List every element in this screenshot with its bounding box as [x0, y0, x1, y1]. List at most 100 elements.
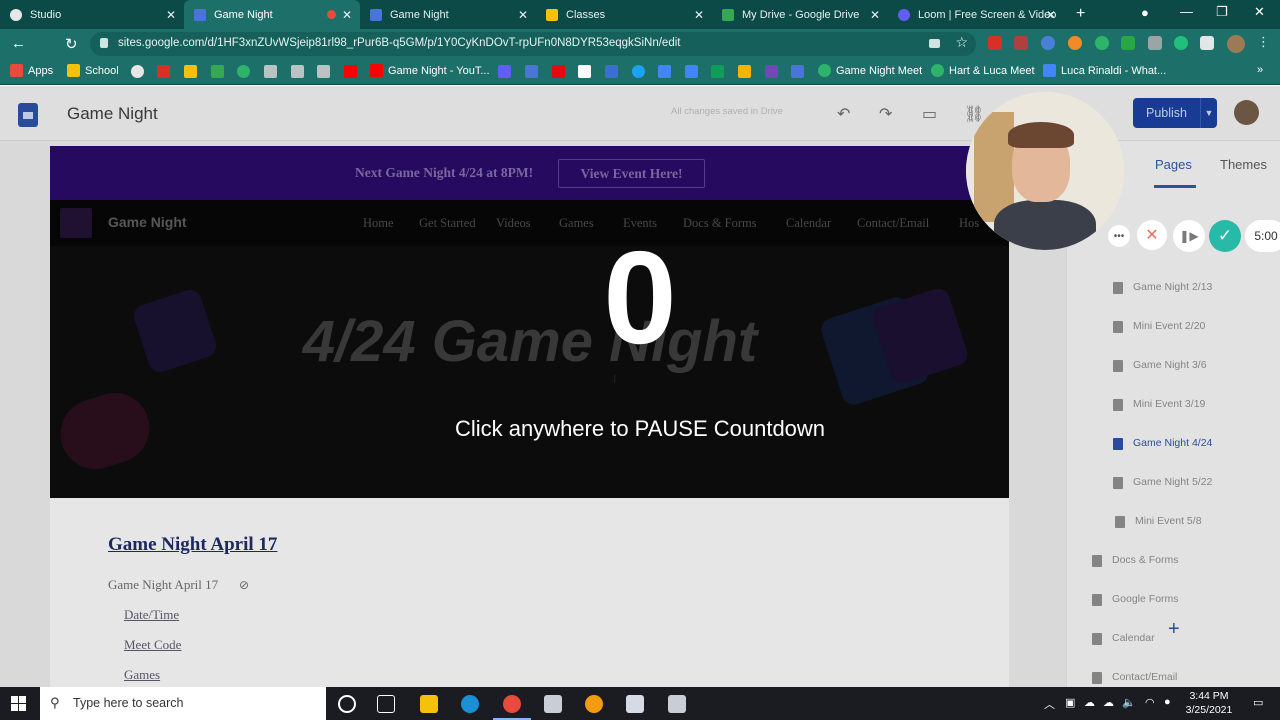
bookmark-apps[interactable]: Apps: [10, 64, 53, 77]
app-icon[interactable]: [668, 695, 686, 713]
bookmark-icon[interactable]: [131, 65, 144, 78]
bookmark-label: Game Night Meet: [836, 64, 923, 77]
microphone-icon[interactable]: ●: [1164, 696, 1171, 708]
google-forms-icon[interactable]: [765, 65, 778, 78]
pause-icon[interactable]: ❚▶: [1173, 220, 1205, 252]
close-icon[interactable]: ✕: [166, 8, 176, 22]
camera-icon[interactable]: [929, 39, 940, 48]
address-bar[interactable]: sites.google.com/d/1HF3xnZUvWSjeip81rl98…: [90, 32, 976, 56]
minimize-icon[interactable]: —: [1180, 4, 1193, 19]
google-sites-icon: [194, 8, 206, 21]
app-icon[interactable]: [461, 695, 479, 713]
bookmark-icon[interactable]: [605, 65, 618, 78]
tray-icon[interactable]: ☁: [1103, 696, 1114, 709]
bookmark-game-night-youtube[interactable]: Game Night - YouT...: [370, 64, 490, 77]
extension-icon[interactable]: [1068, 36, 1082, 50]
back-icon[interactable]: ←: [11, 35, 26, 52]
bookmark-icon[interactable]: [264, 65, 277, 78]
cancel-recording-icon[interactable]: ✕: [1137, 220, 1167, 250]
taskbar-search[interactable]: ⚲ Type here to search: [40, 687, 326, 720]
more-options-icon[interactable]: •••: [1108, 225, 1130, 247]
file-explorer-icon[interactable]: [420, 695, 438, 713]
url-text[interactable]: sites.google.com/d/1HF3xnZUvWSjeip81rl98…: [118, 37, 680, 49]
tab-studio[interactable]: Studio ✕: [0, 0, 184, 29]
meet-icon[interactable]: [237, 65, 250, 78]
extension-icon[interactable]: [988, 36, 1002, 50]
chrome-profile-menu-icon[interactable]: ●: [1141, 5, 1149, 20]
volume-icon[interactable]: 🔈: [1122, 696, 1136, 709]
bookmark-icon[interactable]: [291, 65, 304, 78]
bookmark-icon[interactable]: [658, 65, 671, 78]
youtube-icon[interactable]: [344, 65, 357, 78]
extension-icon[interactable]: [1095, 36, 1109, 50]
google-sites-icon[interactable]: [791, 65, 804, 78]
webcam-bubble[interactable]: [966, 92, 1124, 250]
extension-icon[interactable]: [1014, 36, 1028, 50]
reload-icon[interactable]: ↻: [65, 35, 78, 53]
bookmark-icon[interactable]: [498, 65, 511, 78]
extension-icon[interactable]: [1041, 36, 1055, 50]
twitter-icon[interactable]: [632, 65, 645, 78]
google-sheets-icon[interactable]: [711, 65, 724, 78]
countdown-number[interactable]: 0: [540, 228, 740, 368]
extension-icon[interactable]: [1121, 36, 1135, 50]
gmail-icon[interactable]: [157, 65, 170, 78]
bookmark-star-icon[interactable]: ☆: [955, 34, 968, 51]
app-icon[interactable]: [626, 695, 644, 713]
close-icon[interactable]: ✕: [342, 8, 352, 22]
tab-loom[interactable]: Loom | Free Screen & Video ✕: [888, 0, 1064, 29]
google-docs-icon[interactable]: [685, 65, 698, 78]
bookmark-school[interactable]: School: [67, 64, 119, 77]
wifi-icon[interactable]: ◠: [1145, 696, 1155, 709]
drive-icon[interactable]: [211, 65, 224, 78]
maximize-icon[interactable]: ❐: [1216, 4, 1228, 20]
onedrive-icon[interactable]: ☁: [1084, 696, 1095, 709]
chrome-icon[interactable]: [503, 695, 521, 713]
youtube-icon: [370, 64, 383, 77]
close-icon[interactable]: ✕: [694, 8, 704, 22]
app-icon[interactable]: [544, 695, 562, 713]
bookmark-label: School: [85, 64, 119, 77]
bookmark-icon[interactable]: [317, 65, 330, 78]
chrome-menu-icon[interactable]: ⋮: [1257, 34, 1270, 50]
extensions-puzzle-icon[interactable]: [1200, 36, 1214, 50]
close-icon[interactable]: ✕: [1046, 8, 1056, 22]
tab-game-night-active[interactable]: Game Night ✕: [184, 0, 360, 29]
finish-recording-icon[interactable]: ✓: [1209, 220, 1241, 252]
amazon-icon[interactable]: [578, 65, 591, 78]
bookmark-game-night-meet[interactable]: Game Night Meet: [818, 64, 922, 77]
screen: Studio ✕ Game Night ✕ Game Night ✕ Class…: [0, 0, 1280, 720]
netflix-icon[interactable]: [552, 65, 565, 78]
task-view-icon[interactable]: [377, 695, 395, 713]
taskbar-clock[interactable]: 3:44 PM 3/25/2021: [1174, 689, 1244, 717]
extension-icon[interactable]: [1148, 36, 1162, 50]
tab-game-night[interactable]: Game Night ✕: [360, 0, 536, 29]
google-sites-icon[interactable]: [525, 65, 538, 78]
lock-icon: [100, 38, 108, 48]
windows-taskbar: ⚲ Type here to search ︿ ▣ ☁ ☁ 🔈 ◠ ● 3:44…: [0, 687, 1280, 720]
tray-icon[interactable]: ▣: [1065, 696, 1075, 709]
profile-avatar[interactable]: [1227, 35, 1245, 53]
window-close-icon[interactable]: ✕: [1254, 4, 1265, 20]
classroom-icon[interactable]: [184, 65, 197, 78]
close-icon[interactable]: ✕: [870, 8, 880, 22]
new-tab-icon[interactable]: +: [1076, 5, 1085, 23]
app-icon[interactable]: [585, 695, 603, 713]
cortana-icon[interactable]: [338, 695, 356, 713]
more-bookmarks-icon[interactable]: »: [1257, 64, 1263, 76]
tray-chevron-icon[interactable]: ︿: [1044, 696, 1055, 712]
tab-my-drive[interactable]: My Drive - Google Drive ✕: [712, 0, 888, 29]
bookmark-luca-rinaldi[interactable]: Luca Rinaldi - What...: [1043, 64, 1166, 77]
notifications-icon[interactable]: ▭: [1253, 696, 1263, 709]
google-slides-icon[interactable]: [738, 65, 751, 78]
pause-message[interactable]: Click anywhere to PAUSE Countdown: [340, 416, 940, 442]
loom-icon: [898, 8, 910, 21]
search-placeholder[interactable]: Type here to search: [73, 696, 183, 710]
studio-icon: [10, 8, 22, 21]
bookmark-hart-luca-meet[interactable]: Hart & Luca Meet: [931, 64, 1035, 77]
bookmark-label: Apps: [28, 64, 54, 77]
tab-classes[interactable]: Classes ✕: [536, 0, 712, 29]
windows-start-icon[interactable]: [11, 696, 26, 711]
close-icon[interactable]: ✕: [518, 8, 528, 22]
extension-icon[interactable]: [1174, 36, 1188, 50]
